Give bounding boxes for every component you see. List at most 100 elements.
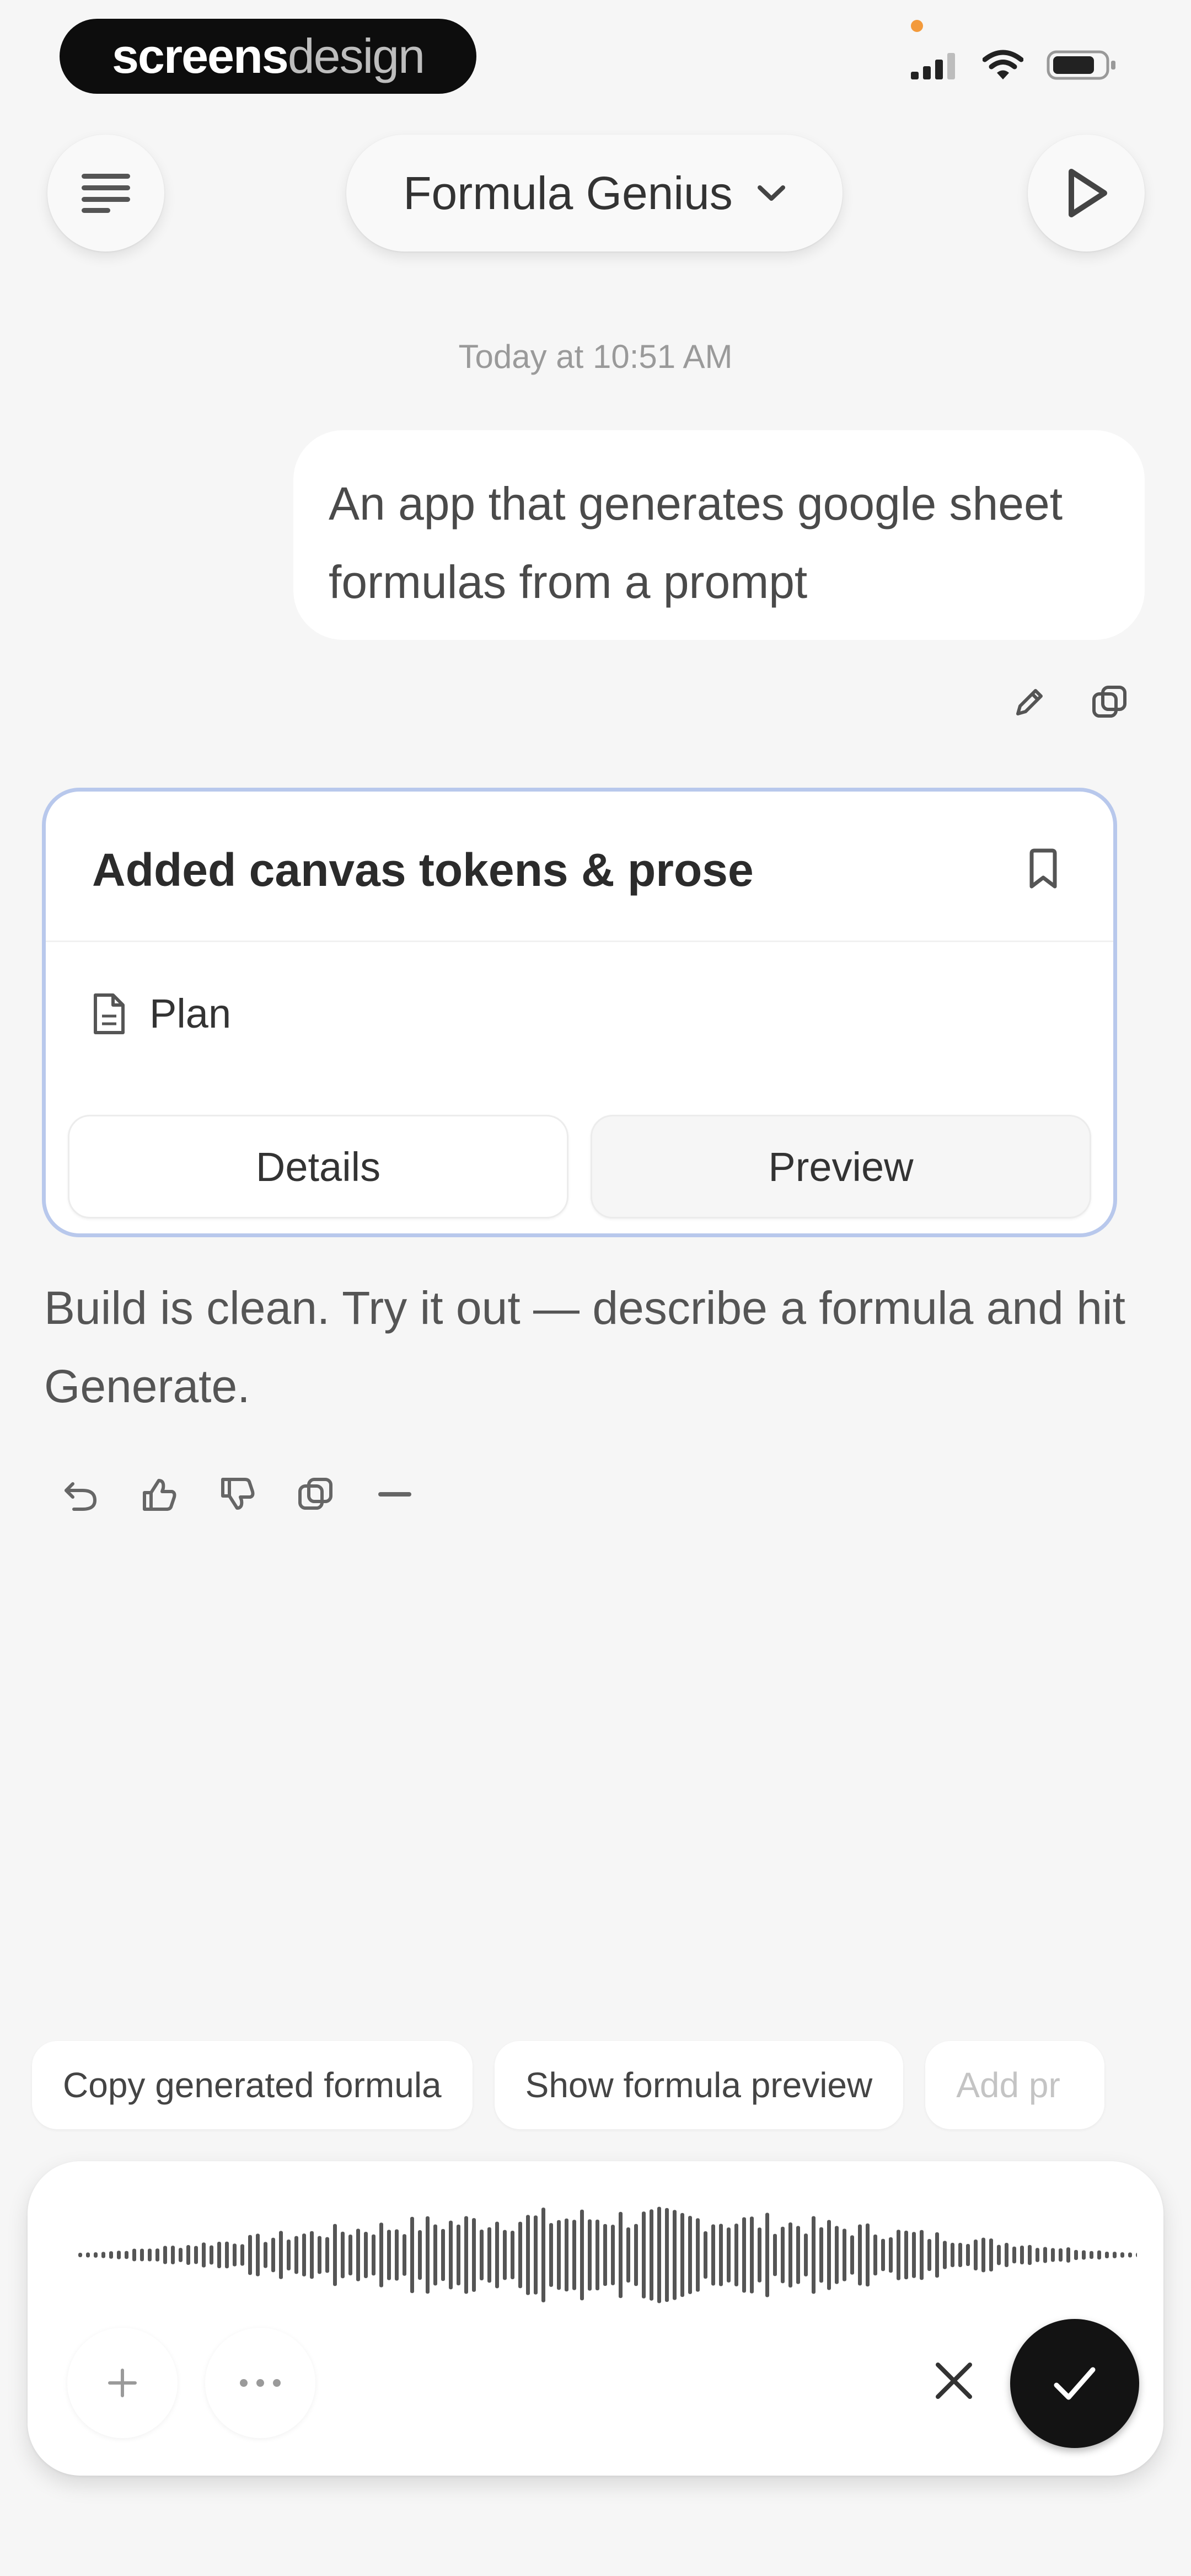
waveform-bar — [719, 2224, 723, 2286]
waveform-bar — [1097, 2250, 1101, 2260]
thumbs-up-icon[interactable] — [140, 1476, 179, 1513]
waveform-bar — [912, 2232, 916, 2278]
waveform-bar — [1036, 2248, 1039, 2262]
plus-icon — [108, 2369, 137, 2397]
waveform-bar — [379, 2222, 383, 2288]
waveform-bar — [1005, 2243, 1008, 2267]
waveform-bar — [796, 2226, 800, 2284]
confirm-recording-button[interactable] — [1010, 2319, 1139, 2448]
waveform-bar — [850, 2235, 854, 2275]
cellular-signal-icon — [911, 53, 955, 79]
waveform-bar — [935, 2232, 939, 2278]
waveform-bar — [372, 2234, 375, 2276]
waveform-bar — [441, 2228, 445, 2281]
audio-waveform — [78, 2206, 1137, 2304]
preview-button[interactable]: Preview — [591, 1115, 1091, 1218]
undo-icon[interactable] — [61, 1476, 100, 1513]
brand-text-strong: screens — [111, 29, 289, 83]
hamburger-menu-icon — [82, 174, 130, 213]
waveform-bar — [333, 2224, 337, 2286]
waveform-bar — [696, 2218, 700, 2292]
waveform-bar — [325, 2237, 329, 2273]
brand-text-light: design — [287, 29, 425, 83]
copy-icon[interactable] — [1091, 684, 1129, 720]
status-icons — [910, 49, 1118, 82]
menu-button[interactable] — [47, 135, 164, 252]
waveform-bar — [873, 2234, 877, 2276]
waveform-bar — [279, 2231, 283, 2279]
waveform-bar — [426, 2216, 430, 2294]
waveform-bar — [765, 2212, 769, 2297]
composer-more-button[interactable] — [205, 2328, 315, 2438]
waveform-bar — [163, 2246, 167, 2264]
waveform-bar — [804, 2233, 808, 2276]
document-icon — [94, 993, 125, 1034]
waveform-bar — [1059, 2248, 1063, 2262]
plan-item[interactable]: Plan — [92, 990, 231, 1037]
copy-icon[interactable] — [297, 1476, 335, 1513]
cancel-recording-button[interactable] — [899, 2326, 1009, 2436]
waveform-bar — [734, 2224, 738, 2286]
edit-pencil-icon[interactable] — [1011, 684, 1048, 720]
waveform-bar — [1074, 2249, 1078, 2260]
waveform-bar — [217, 2241, 221, 2269]
suggestion-chip[interactable]: Show formula preview — [494, 2041, 904, 2129]
waveform-bar — [981, 2237, 985, 2273]
waveform-bar — [549, 2223, 553, 2287]
thumbs-down-icon[interactable] — [218, 1476, 257, 1513]
battery-icon — [1047, 50, 1115, 80]
waveform-bar — [155, 2248, 159, 2262]
waveform-bar — [835, 2226, 839, 2284]
waveform-bar — [727, 2227, 731, 2283]
details-button[interactable]: Details — [68, 1115, 568, 1218]
waveform-bar — [109, 2251, 113, 2259]
run-preview-button[interactable] — [1028, 135, 1145, 252]
waveform-bar — [518, 2221, 522, 2289]
project-selector[interactable]: Formula Genius — [346, 135, 843, 252]
waveform-bar — [596, 2219, 599, 2291]
waveform-bar — [487, 2227, 491, 2283]
voice-composer — [28, 2161, 1163, 2476]
user-message-actions — [1011, 684, 1129, 720]
waveform-bar — [920, 2230, 924, 2280]
waveform-bar — [858, 2224, 862, 2286]
waveform-bar — [904, 2230, 908, 2280]
waveform-bar — [302, 2233, 306, 2276]
waveform-bar — [256, 2233, 260, 2276]
attach-button[interactable] — [67, 2328, 178, 2438]
waveform-bar — [1136, 2253, 1137, 2257]
waveform-bar — [225, 2241, 229, 2269]
suggestion-chip[interactable]: Add pr — [925, 2041, 1104, 2129]
waveform-bar — [773, 2233, 777, 2276]
waveform-bar — [812, 2216, 816, 2294]
waveform-bar — [1012, 2246, 1016, 2264]
waveform-bar — [650, 2209, 653, 2301]
suggestion-chip[interactable]: Copy generated formula — [32, 2041, 473, 2129]
brand-logo: screens design — [60, 19, 476, 94]
waveform-bar — [958, 2242, 962, 2268]
more-options-icon[interactable] — [375, 1476, 415, 1513]
recording-indicator — [911, 20, 923, 32]
waveform-bar — [101, 2252, 105, 2258]
bookmark-icon[interactable] — [1026, 848, 1060, 890]
wifi-icon — [983, 50, 1023, 79]
waveform-bar — [449, 2220, 453, 2290]
assistant-message-actions — [61, 1476, 415, 1513]
checkmark-icon — [1054, 2367, 1096, 2400]
waveform-bar — [619, 2211, 623, 2299]
waveform-bar — [642, 2211, 646, 2299]
waveform-bar — [634, 2224, 638, 2286]
waveform-bar — [1090, 2251, 1093, 2259]
waveform-bar — [1051, 2248, 1055, 2262]
chevron-down-icon — [757, 185, 785, 201]
waveform-bar — [688, 2216, 692, 2294]
waveform-bar — [1105, 2251, 1109, 2259]
waveform-bar — [310, 2231, 314, 2279]
waveform-bar — [341, 2231, 345, 2279]
waveform-bar — [179, 2248, 183, 2262]
waveform-bar — [511, 2231, 514, 2279]
waveform-bar — [1120, 2252, 1124, 2258]
waveform-bar — [117, 2251, 121, 2259]
waveform-bar — [819, 2227, 823, 2283]
waveform-bar — [464, 2216, 468, 2294]
